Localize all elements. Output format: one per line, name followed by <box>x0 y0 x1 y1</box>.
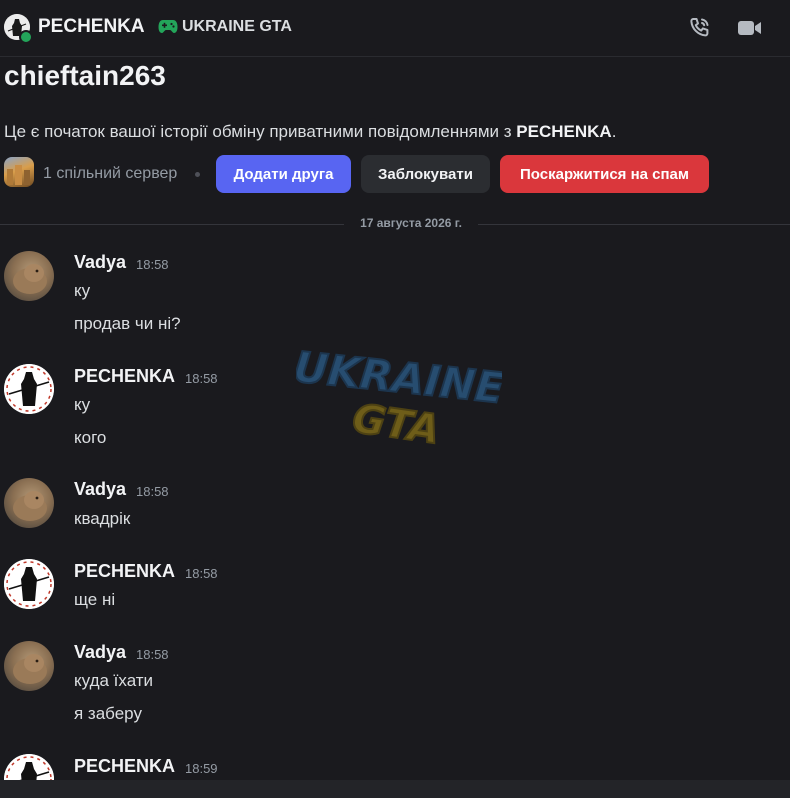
message-text: ще ні <box>74 590 116 609</box>
dm-intro-description: Це є початок вашої історії обміну приват… <box>4 122 616 142</box>
avatar-vadya[interactable] <box>4 478 54 528</box>
samurai-avatar-icon <box>4 559 54 609</box>
capybara-avatar-icon <box>13 654 47 684</box>
mutual-server-icon[interactable] <box>4 157 34 187</box>
message-text: квадрік <box>74 509 131 528</box>
capybara-avatar-icon <box>13 491 47 521</box>
date-divider-line-left <box>0 224 344 225</box>
message-text: я заберу <box>74 704 142 723</box>
message-author[interactable]: PECHENKA <box>74 561 175 582</box>
server-thumbnail-icon <box>7 165 30 185</box>
message-text: кого <box>74 428 107 447</box>
video-camera-icon[interactable] <box>736 15 764 41</box>
intro-text-username: PECHENKA <box>516 122 612 141</box>
message-text: ку <box>74 395 91 414</box>
capybara-avatar-icon <box>13 264 47 294</box>
mutual-servers-link[interactable]: 1 спільний сервер <box>43 165 177 183</box>
message-composer-edge[interactable] <box>0 780 790 798</box>
message-text: куда їхати <box>74 671 154 690</box>
message-author[interactable]: Vadya <box>74 642 126 663</box>
message-author[interactable]: PECHENKA <box>74 366 175 387</box>
message-author[interactable]: Vadya <box>74 479 126 500</box>
block-button[interactable]: Заблокувати <box>361 155 490 193</box>
dm-channel: PECHENKA UKRAINE GTA chieftain263 Це є п… <box>0 0 790 798</box>
gamepad-icon <box>158 20 178 33</box>
add-friend-button[interactable]: Додати друга <box>216 155 351 193</box>
date-divider-line-right <box>478 224 790 225</box>
date-divider-label: 17 августа 2026 г. <box>360 216 462 230</box>
message-timestamp: 18:58 <box>185 566 218 581</box>
report-spam-button[interactable]: Поскаржитися на спам <box>500 155 709 193</box>
samurai-avatar-icon <box>4 364 54 414</box>
channel-header: PECHENKA UKRAINE GTA <box>0 0 790 57</box>
intro-text-suffix: . <box>611 122 617 141</box>
intro-text-prefix: Це є початок вашої історії обміну приват… <box>4 122 517 141</box>
message-author[interactable]: Vadya <box>74 252 126 273</box>
message-author[interactable]: PECHENKA <box>74 756 175 777</box>
phone-call-icon[interactable] <box>687 15 713 41</box>
ukraine-gta-watermark-logo: UKRAINE GTA <box>296 346 502 450</box>
avatar-vadya[interactable] <box>4 251 54 301</box>
message-text: ку <box>74 281 91 300</box>
message-timestamp: 18:58 <box>185 371 218 386</box>
avatar-pechenka[interactable] <box>4 559 54 609</box>
avatar-vadya[interactable] <box>4 641 54 691</box>
header-server-tag[interactable]: UKRAINE GTA <box>182 18 292 36</box>
online-status-icon <box>19 30 33 44</box>
message-timestamp: 18:58 <box>136 257 169 272</box>
message-timestamp: 18:58 <box>136 647 169 662</box>
separator-dot <box>195 172 200 177</box>
avatar-pechenka[interactable] <box>4 364 54 414</box>
message-timestamp: 18:59 <box>185 761 218 776</box>
dm-intro-title: chieftain263 <box>4 60 166 91</box>
header-username[interactable]: PECHENKA <box>38 16 145 38</box>
message-text: продав чи ні? <box>74 314 181 333</box>
message-timestamp: 18:58 <box>136 484 169 499</box>
